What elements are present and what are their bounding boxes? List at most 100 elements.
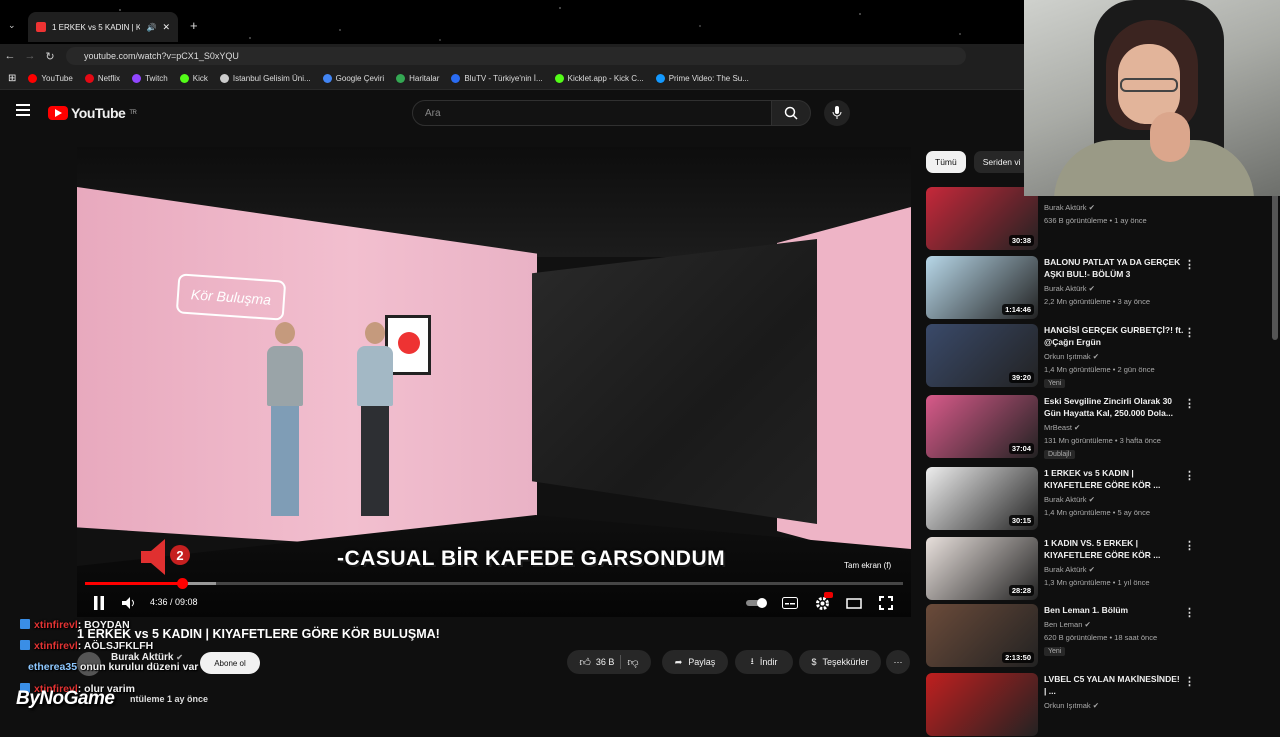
duration-badge: 30:15 xyxy=(1008,515,1034,526)
voice-search-button[interactable] xyxy=(824,100,850,126)
verified-icon: ✔ xyxy=(1088,565,1095,574)
recommendation-channel[interactable]: Burak Aktürk ✔ xyxy=(1044,495,1095,504)
recommendation-thumbnail[interactable] xyxy=(926,673,1038,736)
more-options-icon[interactable]: ⋮ xyxy=(1184,539,1195,552)
filter-chips: Tümü Seriden vi xyxy=(926,151,1030,173)
recommendation-thumbnail[interactable]: 30:15 xyxy=(926,467,1038,530)
bookmark-item[interactable]: YouTube xyxy=(28,74,73,83)
region-label: TR xyxy=(129,110,137,116)
apps-icon[interactable]: ⊞ xyxy=(8,73,16,84)
reload-icon[interactable]: ↻ xyxy=(40,50,60,63)
tab-active[interactable]: 1 ERKEK vs 5 KADIN | KIYAF... 🔊 ✕ xyxy=(28,12,178,42)
progress-bar[interactable] xyxy=(85,578,903,589)
thumbs-down-icon[interactable]: 👎︎ xyxy=(627,656,638,669)
recommendation-item[interactable]: 30:38KIYAFETLERE GÖRE KÖR ...Burak Aktür… xyxy=(926,187,1266,251)
recommendation-badge: Dublajlı xyxy=(1044,450,1076,459)
menu-icon[interactable] xyxy=(16,104,30,116)
recommendation-item[interactable]: 28:28 1 KADIN VS. 5 ERKEK | KIYAFETLERE G… xyxy=(926,537,1266,601)
recommendation-title[interactable]: LVBEL C5 YALAN MAKİNESİNDE! | ... xyxy=(1044,673,1184,697)
recommendation-thumbnail[interactable]: 39:20 xyxy=(926,324,1038,387)
close-tab-icon[interactable]: ✕ xyxy=(162,22,170,33)
bookmark-item[interactable]: BluTV - Türkiye'nin İ... xyxy=(451,74,543,83)
recommendation-channel[interactable]: Burak Aktürk ✔ xyxy=(1044,565,1095,574)
audio-icon[interactable]: 🔊 xyxy=(146,23,156,32)
recommendation-badge: Yeni xyxy=(1044,379,1066,388)
recommendation-channel[interactable]: MrBeast ✔ xyxy=(1044,423,1080,432)
thanks-icon: $ xyxy=(811,657,817,667)
more-options-icon[interactable]: ⋮ xyxy=(1184,397,1195,410)
youtube-logo[interactable]: YouTube TR xyxy=(48,105,137,121)
recommendation-channel[interactable]: Burak Aktürk ✔ xyxy=(1044,203,1095,212)
recommendation-title[interactable]: 1 ERKEK vs 5 KADIN | KIYAFETLERE GÖRE KÖ… xyxy=(1044,467,1184,491)
recommendation-item[interactable]: 30:15 1 ERKEK vs 5 KADIN | KIYAFETLERE GÖ… xyxy=(926,467,1266,531)
recommendation-meta: 2,2 Mn görüntüleme • 3 ay önce xyxy=(1044,297,1151,306)
recommendation-thumbnail[interactable]: 37:04 xyxy=(926,395,1038,458)
recommendation-item[interactable]: 37:04 Eski Sevgiline Zincirli Olarak 30 G… xyxy=(926,395,1266,459)
youtube-play-icon xyxy=(48,106,68,120)
recommendation-title[interactable]: BALONU PATLAT YA DA GERÇEK AŞKI BUL!- BÖ… xyxy=(1044,256,1184,280)
share-button[interactable]: ➦ Paylaş xyxy=(662,650,728,674)
progress-scrubber[interactable] xyxy=(176,578,188,589)
fullscreen-icon[interactable] xyxy=(878,595,894,611)
more-options-icon[interactable]: ⋮ xyxy=(1184,469,1195,482)
url-input[interactable]: youtube.com/watch?v=pCX1_S0xYQU xyxy=(66,47,966,65)
recommendation-channel[interactable]: Orkun Işıtmak ✔ xyxy=(1044,352,1099,361)
more-options-icon[interactable]: ⋮ xyxy=(1184,675,1195,688)
recommendation-item[interactable]: 1:14:46 BALONU PATLAT YA DA GERÇEK AŞKI B… xyxy=(926,256,1266,320)
bookmark-item[interactable]: Kicklet.app - Kick C... xyxy=(554,74,644,83)
bookmark-favicon-icon xyxy=(322,74,332,83)
autoplay-toggle-icon[interactable] xyxy=(745,595,769,611)
subscribe-button[interactable]: Abone ol xyxy=(200,652,260,674)
bookmark-label: Istanbul Gelisim Üni... xyxy=(232,74,311,83)
recommendation-title[interactable]: Ben Leman 1. Bölüm xyxy=(1044,604,1184,616)
chat-text: : AÖLSJFKLFH xyxy=(77,640,154,652)
bookmark-item[interactable]: Prime Video: The Su... xyxy=(655,74,749,83)
theater-mode-icon[interactable] xyxy=(845,595,863,611)
thanks-button[interactable]: $ Teşekkürler xyxy=(799,650,881,674)
recommendation-channel[interactable]: Ben Leman ✔ xyxy=(1044,620,1091,629)
like-button[interactable]: 👍︎ 36 B xyxy=(579,656,614,669)
volume-icon[interactable] xyxy=(121,595,137,611)
recommendation-thumbnail[interactable]: 30:38 xyxy=(926,187,1038,250)
recommendation-thumbnail[interactable]: 28:28 xyxy=(926,537,1038,600)
subtitles-icon[interactable] xyxy=(782,595,798,611)
person-left xyxy=(267,322,303,522)
recommendation-channel[interactable]: Burak Aktürk ✔ xyxy=(1044,284,1095,293)
bookmark-item[interactable]: Haritalar xyxy=(396,74,439,83)
bookmark-item[interactable]: Istanbul Gelisim Üni... xyxy=(219,74,311,83)
scene-black-screen xyxy=(532,239,817,524)
verified-icon: ✔ xyxy=(1084,620,1091,629)
bookmark-item[interactable]: Twitch xyxy=(132,74,168,83)
video-player[interactable]: Kör Buluşma 2 -CASUAL BİR KAFEDE GARSOND… xyxy=(77,147,911,617)
more-options-icon[interactable]: ⋮ xyxy=(1184,326,1195,339)
recommendation-item[interactable]: 2:13:50 Ben Leman 1. Bölüm Ben Leman ✔ 620 … xyxy=(926,604,1266,668)
bookmark-item[interactable]: Netflix xyxy=(84,74,120,83)
settings-gear-icon[interactable] xyxy=(814,592,833,611)
recommendation-thumbnail[interactable]: 1:14:46 xyxy=(926,256,1038,319)
more-options-icon[interactable]: ⋮ xyxy=(1184,606,1195,619)
recommendation-thumbnail[interactable]: 2:13:50 xyxy=(926,604,1038,667)
more-actions-button[interactable]: ⋯ xyxy=(886,650,910,674)
recommendation-channel-text: Orkun Işıtmak xyxy=(1044,701,1091,710)
recommendation-channel[interactable]: Orkun Işıtmak ✔ xyxy=(1044,701,1099,710)
recommendation-item[interactable]: LVBEL C5 YALAN MAKİNESİNDE! | ... Orkun I… xyxy=(926,673,1266,737)
recommendation-title[interactable]: 1 KADIN VS. 5 ERKEK | KIYAFETLERE GÖRE K… xyxy=(1044,537,1184,561)
recommendation-item[interactable]: 39:20 HANGİSİ GERÇEK GURBETÇİ?! ft. @Çağr… xyxy=(926,324,1266,388)
chip-series[interactable]: Seriden vi xyxy=(973,151,1030,173)
search-input[interactable]: Ara xyxy=(412,100,772,126)
search-button[interactable] xyxy=(771,100,811,126)
new-tab-icon[interactable]: + xyxy=(190,18,198,33)
chip-all[interactable]: Tümü xyxy=(926,151,966,173)
recommendation-title[interactable]: Eski Sevgiline Zincirli Olarak 30 Gün Ha… xyxy=(1044,395,1184,419)
verified-icon: ✔ xyxy=(1092,352,1100,361)
pause-icon[interactable] xyxy=(91,595,107,611)
more-options-icon[interactable]: ⋮ xyxy=(1184,258,1195,271)
back-icon[interactable]: ← xyxy=(0,50,20,62)
tab-list-icon[interactable]: ⌄ xyxy=(8,20,16,31)
bookmark-item[interactable]: Google Çeviri xyxy=(322,74,384,83)
download-button[interactable]: ⭳ İndir xyxy=(735,650,793,674)
forward-icon[interactable]: → xyxy=(20,50,40,62)
bookmark-item[interactable]: Kick xyxy=(179,74,208,83)
recommendation-title[interactable]: HANGİSİ GERÇEK GURBETÇİ?! ft. @Çağrı Erg… xyxy=(1044,324,1184,348)
recommendation-meta: 1,4 Mn görüntüleme • 2 gün önce xyxy=(1044,365,1155,374)
